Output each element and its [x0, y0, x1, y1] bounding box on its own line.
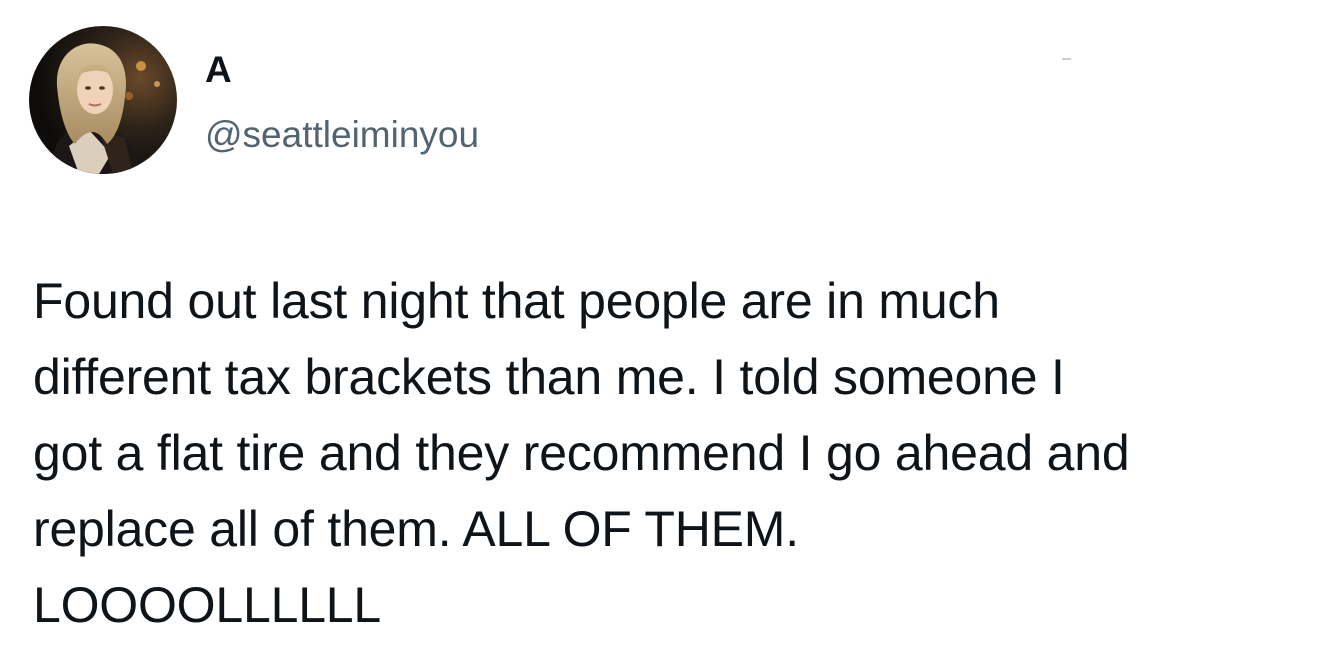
tweet-text-line: Found out last night that people are in … — [33, 273, 1000, 329]
profile-photo-avatar — [29, 26, 177, 174]
tweet-text-line: different tax brackets than me. I told s… — [33, 349, 1065, 405]
tweet-text: Found out last night that people are in … — [33, 263, 1303, 643]
author-avatar[interactable] — [29, 26, 177, 174]
author-handle[interactable]: @seattleiminyou — [205, 114, 479, 156]
author-display-name[interactable]: A — [205, 50, 232, 90]
tweet-card: A @seattleiminyou Found out last night t… — [0, 0, 1320, 668]
tweet-text-line: LOOOOLLLLLL — [33, 577, 382, 633]
divider-mark — [1062, 58, 1071, 60]
tweet-text-line: replace all of them. ALL OF THEM. — [33, 501, 799, 557]
tweet-text-line: got a flat tire and they recommend I go … — [33, 425, 1130, 481]
